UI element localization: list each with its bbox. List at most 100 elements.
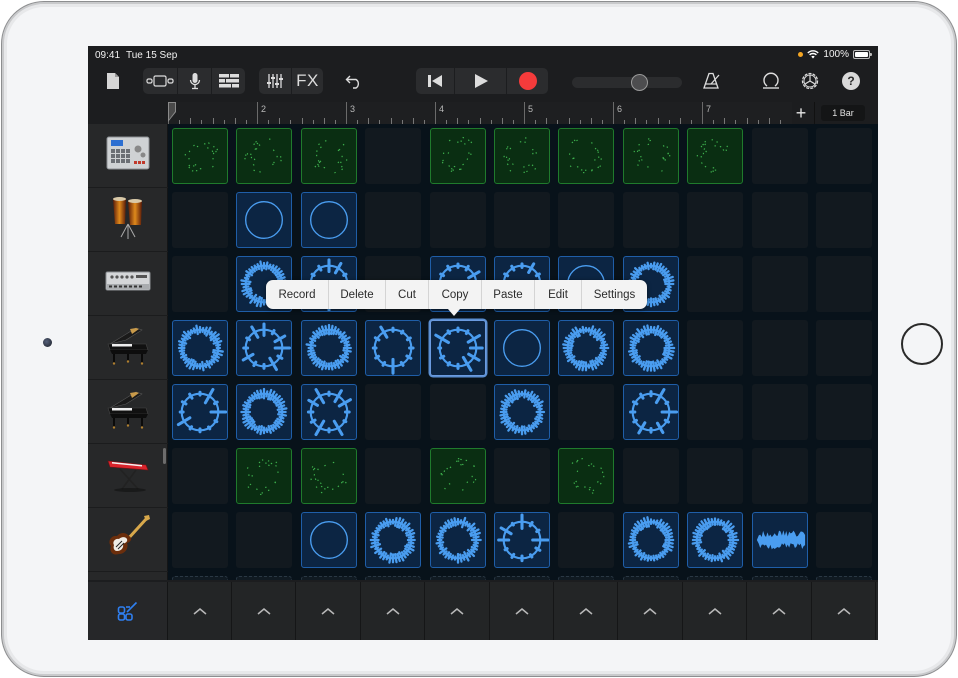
pattern-cell[interactable] bbox=[300, 448, 357, 504]
empty-cell[interactable] bbox=[172, 192, 228, 248]
empty-cell[interactable] bbox=[558, 192, 615, 248]
home-button[interactable] bbox=[901, 323, 943, 365]
loop-cell[interactable] bbox=[236, 320, 293, 376]
next-row-cell[interactable] bbox=[172, 576, 228, 580]
record-button[interactable] bbox=[506, 68, 548, 94]
settings-button[interactable] bbox=[797, 68, 823, 94]
next-row-cell[interactable] bbox=[300, 576, 357, 580]
empty-cell[interactable] bbox=[687, 192, 744, 248]
mixer-button[interactable] bbox=[259, 68, 291, 94]
column-trigger-button[interactable] bbox=[361, 582, 426, 640]
empty-cell[interactable] bbox=[687, 384, 744, 440]
section-length-button[interactable]: 1 Bar bbox=[821, 105, 865, 121]
empty-cell[interactable] bbox=[429, 384, 486, 440]
track-header[interactable] bbox=[88, 188, 168, 252]
empty-cell[interactable] bbox=[751, 256, 808, 312]
column-trigger-button[interactable] bbox=[748, 582, 812, 640]
menu-item-cut[interactable]: Cut bbox=[385, 280, 428, 309]
empty-cell[interactable] bbox=[365, 192, 422, 248]
column-trigger-button[interactable] bbox=[812, 582, 876, 640]
fx-button[interactable]: FX bbox=[291, 68, 323, 94]
loop-cell[interactable] bbox=[172, 384, 228, 440]
pattern-cell[interactable] bbox=[429, 448, 486, 504]
column-trigger-button[interactable] bbox=[168, 582, 232, 640]
track-header[interactable] bbox=[88, 508, 168, 572]
track-header[interactable] bbox=[88, 316, 168, 380]
metronome-button[interactable] bbox=[699, 68, 725, 94]
empty-cell[interactable] bbox=[429, 192, 486, 248]
undo-button[interactable] bbox=[341, 68, 367, 94]
master-volume-slider[interactable] bbox=[572, 74, 682, 91]
column-trigger-button[interactable] bbox=[297, 582, 361, 640]
pattern-cell[interactable] bbox=[172, 128, 228, 184]
loop-cell[interactable] bbox=[236, 384, 293, 440]
loop-cell[interactable] bbox=[300, 384, 357, 440]
loop-cell[interactable] bbox=[365, 320, 422, 376]
next-row-cell[interactable] bbox=[751, 576, 808, 580]
track-header[interactable] bbox=[88, 444, 168, 508]
empty-cell[interactable] bbox=[622, 192, 679, 248]
column-trigger-button[interactable] bbox=[554, 582, 619, 640]
timeline-ruler[interactable]: 2 3 4 5 6 7 bbox=[168, 102, 792, 124]
track-header[interactable] bbox=[88, 124, 168, 188]
menu-item-settings[interactable]: Settings bbox=[581, 280, 647, 309]
empty-cell[interactable] bbox=[751, 320, 808, 376]
column-trigger-button[interactable] bbox=[232, 582, 297, 640]
menu-item-record[interactable]: Record bbox=[266, 280, 328, 309]
pattern-cell[interactable] bbox=[236, 128, 293, 184]
loop-cell[interactable] bbox=[429, 320, 486, 376]
microphone-button[interactable] bbox=[177, 68, 211, 94]
next-row-cell[interactable] bbox=[494, 576, 550, 580]
empty-cell[interactable] bbox=[751, 448, 808, 504]
empty-cell[interactable] bbox=[558, 384, 615, 440]
loop-cell[interactable] bbox=[429, 512, 486, 568]
column-trigger-button[interactable] bbox=[490, 582, 554, 640]
playhead-marker[interactable] bbox=[168, 102, 178, 124]
live-loops-view-button[interactable] bbox=[211, 68, 245, 94]
empty-cell[interactable] bbox=[365, 128, 422, 184]
menu-item-delete[interactable]: Delete bbox=[328, 280, 385, 309]
next-row-cell[interactable] bbox=[622, 576, 679, 580]
loop-cell[interactable] bbox=[622, 512, 679, 568]
empty-cell[interactable] bbox=[236, 512, 293, 568]
loop-cell[interactable] bbox=[622, 320, 679, 376]
empty-cell[interactable] bbox=[816, 256, 872, 312]
loop-cell[interactable] bbox=[172, 320, 228, 376]
loop-cell[interactable] bbox=[494, 512, 550, 568]
empty-cell[interactable] bbox=[172, 512, 228, 568]
empty-cell[interactable] bbox=[816, 320, 872, 376]
empty-cell[interactable] bbox=[751, 384, 808, 440]
pattern-cell[interactable] bbox=[429, 128, 486, 184]
next-row-cell[interactable] bbox=[687, 576, 744, 580]
next-row-cell[interactable] bbox=[236, 576, 293, 580]
empty-cell[interactable] bbox=[687, 320, 744, 376]
empty-cell[interactable] bbox=[816, 512, 872, 568]
pattern-cell[interactable] bbox=[494, 128, 550, 184]
empty-cell[interactable] bbox=[365, 448, 422, 504]
empty-cell[interactable] bbox=[558, 512, 615, 568]
track-header[interactable] bbox=[88, 252, 168, 316]
loop-cell[interactable] bbox=[751, 512, 808, 568]
go-to-beginning-button[interactable] bbox=[416, 68, 454, 94]
pattern-cell[interactable] bbox=[236, 448, 293, 504]
loop-cell[interactable] bbox=[687, 512, 744, 568]
document-icon[interactable] bbox=[100, 68, 126, 94]
empty-cell[interactable] bbox=[172, 448, 228, 504]
edit-cells-button[interactable] bbox=[88, 582, 168, 640]
column-trigger-button[interactable] bbox=[426, 582, 490, 640]
loop-cell[interactable] bbox=[300, 192, 357, 248]
next-row-cell[interactable] bbox=[558, 576, 615, 580]
column-trigger-button[interactable] bbox=[683, 582, 748, 640]
empty-cell[interactable] bbox=[816, 448, 872, 504]
tracks-view-button[interactable] bbox=[143, 68, 177, 94]
loop-cell[interactable] bbox=[494, 384, 550, 440]
empty-cell[interactable] bbox=[751, 128, 808, 184]
loop-cell[interactable] bbox=[300, 512, 357, 568]
column-trigger-button[interactable] bbox=[619, 582, 683, 640]
loop-cell[interactable] bbox=[494, 320, 550, 376]
loop-cell[interactable] bbox=[300, 320, 357, 376]
volume-slider-knob[interactable] bbox=[630, 74, 648, 91]
empty-cell[interactable] bbox=[494, 192, 550, 248]
empty-cell[interactable] bbox=[687, 256, 744, 312]
play-button[interactable] bbox=[454, 68, 506, 94]
